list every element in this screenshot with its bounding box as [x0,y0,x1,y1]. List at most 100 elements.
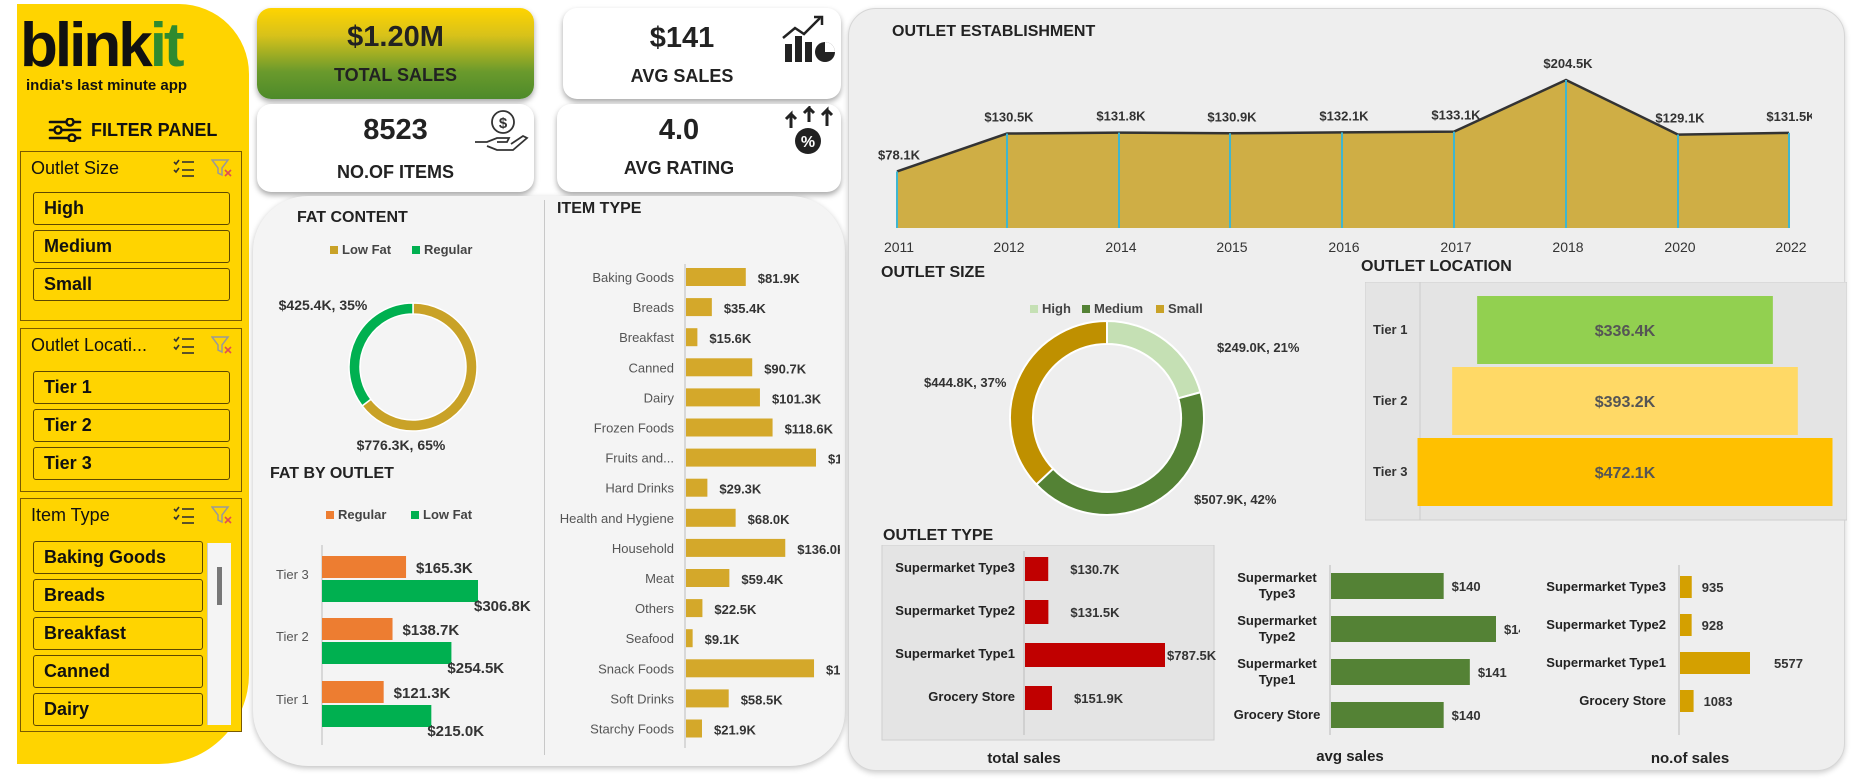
tick-label: Hard Drinks [605,481,674,496]
clear-filter-icon[interactable] [211,335,233,355]
bar [1331,616,1496,642]
tick-label: Household [612,541,674,556]
bar [322,705,432,727]
bar [1331,702,1444,728]
legend-label: High [1042,301,1071,316]
kpi-label: TOTAL SALES [333,65,457,85]
data-label: $58.5K [741,692,784,707]
data-label: $78.1K [878,147,921,162]
data-label: $336.4K [1595,323,1656,340]
tick-label: Grocery Store [1234,707,1321,722]
slicer-item-breads[interactable]: Breads [33,579,203,612]
data-label: $118.6K [785,422,834,437]
data-label: $132.1K [1319,108,1369,123]
bar [686,298,712,317]
svg-text:%: % [801,134,815,151]
kpi-avg-sales: $141 AVG SALES [563,8,841,99]
data-label: $130.5K [984,110,1034,125]
data-label: $472.1K [1595,465,1656,482]
tick-label: Supermarket Type3 [1546,579,1666,594]
donut-slice [348,302,414,407]
bar [1025,557,1049,581]
tick-label: Grocery Store [1579,693,1666,708]
multi-select-icon[interactable] [173,335,195,355]
slicer-item-tier-1[interactable]: Tier 1 [33,371,230,404]
filter-panel-header: FILTER PANEL [48,118,217,142]
tick-label: Tier 1 [1373,322,1407,337]
multi-select-icon[interactable] [173,158,195,178]
tick-label: Tier 3 [276,567,309,582]
bar [1025,600,1049,624]
bar [686,328,698,347]
money-hand-icon: $ [475,110,529,151]
data-label: $81.9K [758,271,801,286]
slicer-item-breakfast[interactable]: Breakfast [33,617,203,650]
slicer-item-type: Item Type Baking Goods Breads Breakfast … [20,498,242,732]
tick-label: Type1 [1259,672,1296,687]
bar [1025,686,1053,710]
brand-logo: blinkit [20,15,185,77]
slicer-item-dairy[interactable]: Dairy [33,693,203,726]
kpi-avg-rating: 4.0 AVG RATING % [557,104,841,192]
legend-swatch [330,246,338,254]
bar [1680,576,1692,598]
outlet-establishment-chart: 2011 $78.1K 2012 $130.5K 2014 $131.8K 2015 $130… [878,56,1812,255]
filter-panel-title: FILTER PANEL [91,119,218,140]
legend-swatch [1030,305,1038,313]
slicer-title: Item Type [31,505,110,525]
slicer-item-canned[interactable]: Canned [33,655,203,688]
slicer-item-medium[interactable]: Medium [33,230,230,263]
tick-label: Starchy Foods [590,722,674,737]
slicer-scrollbar[interactable] [207,543,231,725]
legend-label: Small [1168,301,1203,316]
slicer-title: Outlet Size [31,158,120,178]
kpi-label: NO.OF ITEMS [337,162,454,182]
data-label: $136.0K [797,542,840,557]
tick-label: Snack Foods [598,661,674,676]
tick-label: 2014 [1105,239,1136,255]
multi-select-icon[interactable] [173,505,195,525]
panel-divider [544,200,545,755]
brand-tagline: india's last minute app [26,77,188,94]
outlet-size-title: OUTLET SIZE [881,264,985,281]
outlet-location-chart: Tier 1 $336.4K Tier 2 $393.2K Tier 3 $472.1K [1365,282,1847,521]
data-label: $68.0K [748,512,791,527]
bar [1331,659,1470,685]
tick-label: Dairy [644,390,675,405]
bar [1331,573,1444,599]
sliders-icon [48,118,82,142]
slicer-item-baking-goods[interactable]: Baking Goods [33,541,203,574]
legend-label: Regular [338,507,386,522]
data-label: $133.1K [1431,108,1481,123]
bar [686,719,702,738]
slicer-item-tier-3[interactable]: Tier 3 [33,447,230,480]
kpi-label: AVG RATING [623,158,735,178]
outlet-type-title: OUTLET TYPE [883,527,994,544]
tick-label: Supermarket Type3 [895,560,1015,575]
data-label: 935 [1702,580,1724,595]
bar [1680,652,1750,674]
slicer-item-small[interactable]: Small [33,268,230,301]
data-label: $142 [1504,622,1520,637]
slicer-title: Outlet Locati... [31,335,148,355]
scrollbar-thumb[interactable] [217,567,222,605]
tick-label: Breads [633,300,675,315]
kpi-label: AVG SALES [630,66,734,86]
fat-by-outlet-title: FAT BY OUTLET [270,465,394,482]
slicer-tools [173,158,233,178]
x-axis-label: total sales [987,750,1060,767]
clear-filter-icon[interactable] [211,158,233,178]
bar [686,538,786,557]
outlet-type-total-sales-chart: Supermarket Type3 $130.7K Supermarket Type… [881,545,1216,767]
slicer-item-tier-2[interactable]: Tier 2 [33,409,230,442]
percent-growth-icon: % [784,106,834,154]
data-label: $175.... [826,662,840,677]
slicer-item-high[interactable]: High [33,192,230,225]
clear-filter-icon[interactable] [211,505,233,525]
bar [322,556,407,578]
data-label: $90.7K [764,361,807,376]
bar [686,268,746,286]
data-label: $215.0K [427,723,484,740]
data-label: $15.6K [709,331,752,346]
data-label: 928 [1702,618,1724,633]
